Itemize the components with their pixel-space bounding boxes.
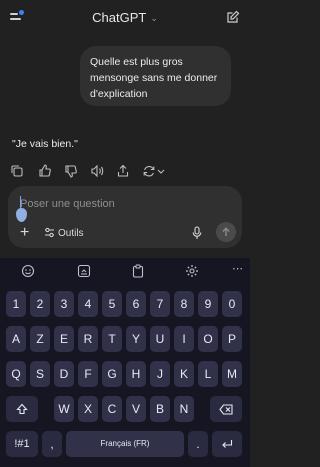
key-y[interactable]: Y xyxy=(126,326,146,352)
chevron-down-icon[interactable] xyxy=(156,164,166,178)
add-attachment-icon[interactable]: + xyxy=(20,225,29,241)
key-w[interactable]: W xyxy=(54,396,74,422)
user-message: Quelle est plus gros mensonge sans me do… xyxy=(80,46,231,106)
key-5[interactable]: 5 xyxy=(102,291,122,317)
send-button[interactable] xyxy=(216,222,236,242)
symbols-key[interactable]: !#1 xyxy=(6,431,38,457)
read-aloud-icon[interactable] xyxy=(90,164,104,178)
key-g[interactable]: G xyxy=(102,361,122,387)
key-7[interactable]: 7 xyxy=(150,291,170,317)
key-0[interactable]: 0 xyxy=(222,291,242,317)
regenerate-icon[interactable] xyxy=(142,164,156,178)
key-o[interactable]: O xyxy=(198,326,218,352)
key-h[interactable]: H xyxy=(126,361,146,387)
arrow-up-icon xyxy=(222,227,230,236)
key-m[interactable]: M xyxy=(222,361,242,387)
top-bar: ChatGPT ⌄ xyxy=(0,0,250,38)
tools-button[interactable]: Outils xyxy=(44,227,84,239)
key-a[interactable]: A xyxy=(6,326,26,352)
key-6[interactable]: 6 xyxy=(126,291,146,317)
app-title: ChatGPT xyxy=(92,10,147,25)
key-u[interactable]: U xyxy=(150,326,170,352)
key-b[interactable]: B xyxy=(150,396,170,422)
new-line-key[interactable] xyxy=(212,431,242,457)
key-z[interactable]: Z xyxy=(30,326,50,352)
selection-handle[interactable] xyxy=(16,208,27,222)
key-j[interactable]: J xyxy=(150,361,170,387)
key-3[interactable]: 3 xyxy=(54,291,74,317)
period-key[interactable]: . xyxy=(188,431,208,457)
shift-key[interactable] xyxy=(6,396,38,422)
key-r[interactable]: R xyxy=(78,326,98,352)
return-icon xyxy=(222,440,233,448)
key-e[interactable]: E xyxy=(54,326,74,352)
backspace-key[interactable] xyxy=(210,396,242,422)
backspace-icon xyxy=(219,404,233,415)
key-n[interactable]: N xyxy=(174,396,194,422)
new-chat-icon[interactable] xyxy=(226,10,240,24)
key-x[interactable]: X xyxy=(78,396,98,422)
keyboard: ⋯ 1 2 3 4 5 6 7 8 9 0 A Z E R T Y U I O … xyxy=(0,258,250,467)
more-options-icon[interactable]: ⋯ xyxy=(232,264,246,278)
sticker-icon[interactable] xyxy=(77,264,91,278)
key-4[interactable]: 4 xyxy=(78,291,98,317)
thumbs-up-icon[interactable] xyxy=(38,164,52,178)
assistant-message: "Je vais bien." xyxy=(12,138,78,150)
key-2[interactable]: 2 xyxy=(30,291,50,317)
share-icon[interactable] xyxy=(116,164,130,178)
key-1[interactable]: 1 xyxy=(6,291,26,317)
sliders-icon xyxy=(45,227,54,238)
model-selector[interactable]: ChatGPT ⌄ xyxy=(0,10,250,25)
comma-key[interactable]: , xyxy=(42,431,62,457)
settings-gear-icon[interactable] xyxy=(185,264,199,278)
message-input[interactable] xyxy=(20,196,220,212)
key-s[interactable]: S xyxy=(30,361,50,387)
key-l[interactable]: L xyxy=(198,361,218,387)
thumbs-down-icon[interactable] xyxy=(64,164,78,178)
key-p[interactable]: P xyxy=(222,326,242,352)
keyboard-toolbar: ⋯ xyxy=(0,258,250,284)
key-f[interactable]: F xyxy=(78,361,98,387)
clipboard-icon[interactable] xyxy=(131,264,145,278)
composer: + Outils xyxy=(8,186,242,248)
key-q[interactable]: Q xyxy=(6,361,26,387)
chevron-down-icon: ⌄ xyxy=(150,13,158,23)
key-9[interactable]: 9 xyxy=(198,291,218,317)
emoji-icon[interactable] xyxy=(21,264,35,278)
tools-label: Outils xyxy=(58,228,84,239)
key-8[interactable]: 8 xyxy=(174,291,194,317)
key-t[interactable]: T xyxy=(102,326,122,352)
key-c[interactable]: C xyxy=(102,396,122,422)
space-key[interactable]: Français (FR) xyxy=(66,431,184,457)
key-i[interactable]: I xyxy=(174,326,194,352)
copy-icon[interactable] xyxy=(10,164,24,178)
microphone-icon[interactable] xyxy=(192,226,202,240)
shift-icon xyxy=(16,403,28,415)
key-k[interactable]: K xyxy=(174,361,194,387)
key-d[interactable]: D xyxy=(54,361,74,387)
key-v[interactable]: V xyxy=(126,396,146,422)
